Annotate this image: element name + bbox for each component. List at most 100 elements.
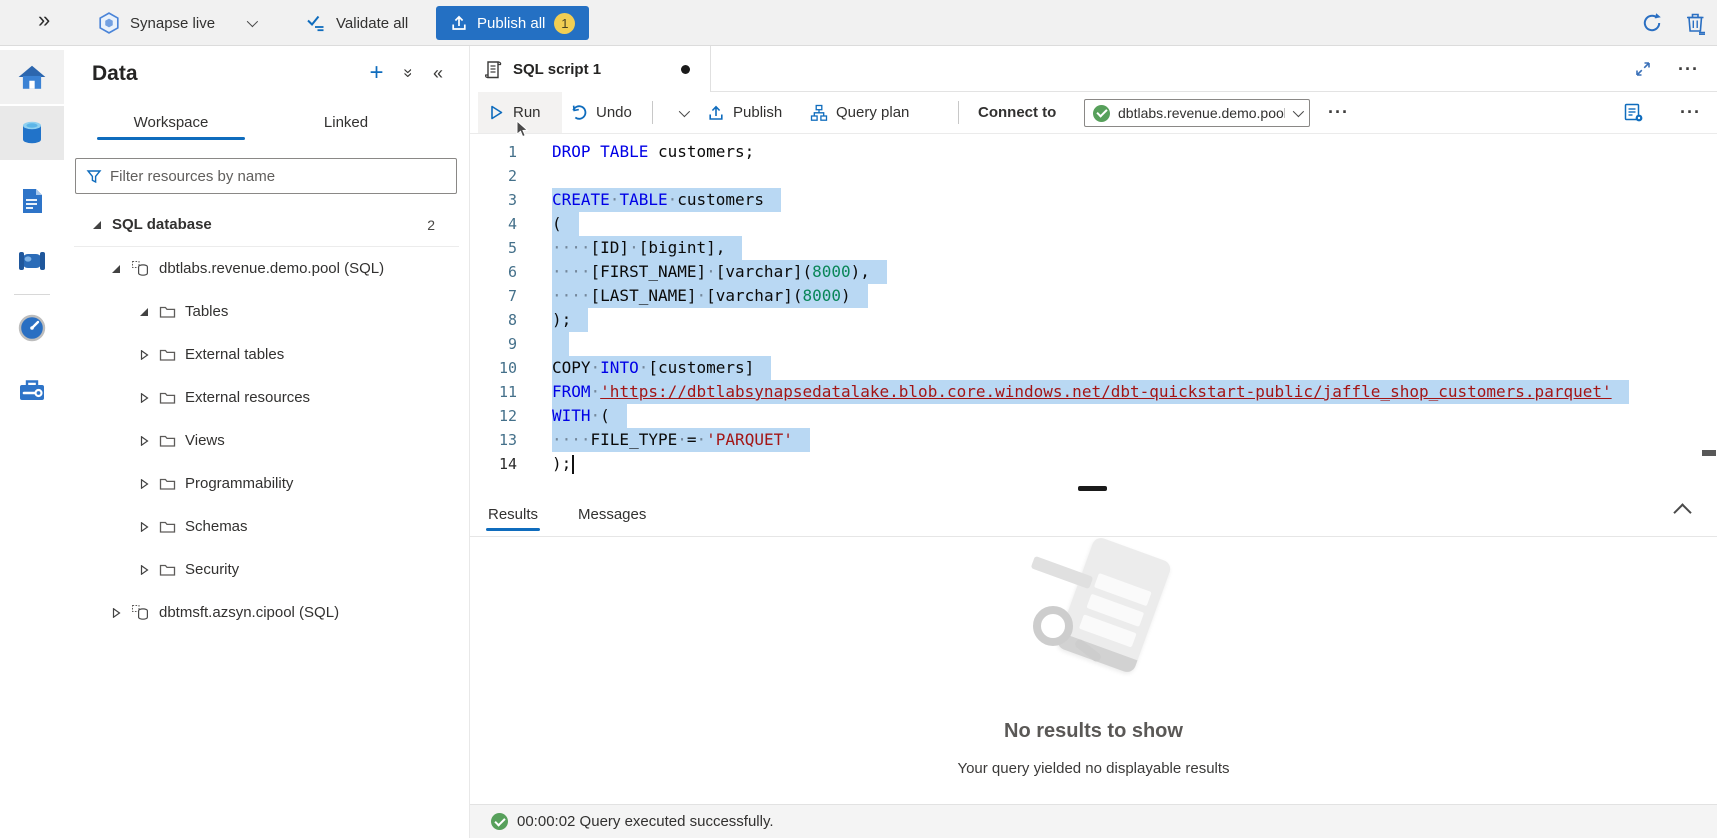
- tab-workspace[interactable]: Workspace: [97, 104, 245, 140]
- editor-scrollbar-thumb[interactable]: [1702, 450, 1716, 456]
- validate-all-button[interactable]: Validate all: [306, 0, 408, 46]
- line-number: 7: [470, 284, 517, 308]
- undo-button[interactable]: Undo: [570, 92, 632, 133]
- empty-state-subtitle: Your query yielded no displayable result…: [470, 760, 1717, 777]
- splitter-handle[interactable]: [1078, 486, 1107, 491]
- folder-icon: [159, 390, 176, 405]
- collapse-all-icon[interactable]: »: [398, 68, 418, 77]
- tree-collapsed-icon[interactable]: [138, 436, 150, 446]
- tree-item-sql-database[interactable]: SQL database2: [64, 203, 469, 246]
- code-line-13[interactable]: 13····FILE_TYPE·=·'PARQUET': [470, 428, 1717, 452]
- code-line-6[interactable]: 6····[FIRST_NAME]·[varchar](8000),: [470, 260, 1717, 284]
- line-number: 8: [470, 308, 517, 332]
- folder-icon: [159, 433, 176, 448]
- code-line-3[interactable]: 3CREATE·TABLE·customers: [470, 188, 1717, 212]
- code-line-4[interactable]: 4(: [470, 212, 1717, 236]
- pool-selector[interactable]: dbtlabs.revenue.demo.pool: [1084, 99, 1310, 127]
- tree-item-schemas[interactable]: Schemas: [64, 505, 469, 548]
- line-number: 12: [470, 404, 517, 428]
- tree-item-dbtmsft-azsyn-cipool-sql[interactable]: dbtmsft.azsyn.cipool (SQL): [64, 591, 469, 634]
- filter-box: [75, 158, 457, 194]
- resource-tree: SQL database2 dbtlabs.revenue.demo.pool (…: [64, 203, 469, 634]
- run-button[interactable]: Run: [478, 92, 562, 133]
- code-line-9[interactable]: 9: [470, 332, 1717, 356]
- discard-all-icon[interactable]: [1684, 11, 1707, 35]
- line-number: 1: [470, 140, 517, 164]
- tree-expanded-icon[interactable]: [138, 307, 150, 317]
- tab-sql-script-1[interactable]: SQL script 1: [470, 46, 711, 92]
- filter-resources-input[interactable]: [110, 168, 446, 185]
- tree-item-external-resources[interactable]: External resources: [64, 376, 469, 419]
- line-number: 5: [470, 236, 517, 260]
- line-number: 10: [470, 356, 517, 380]
- tree-collapsed-icon[interactable]: [138, 350, 150, 360]
- run-options-chevron[interactable]: [668, 92, 698, 133]
- main-area: SQL script 1 ··· Run: [470, 46, 1717, 838]
- publish-count-badge: 1: [554, 13, 575, 34]
- refresh-icon[interactable]: [1640, 11, 1664, 35]
- tree-collapsed-icon[interactable]: [138, 393, 150, 403]
- tree-item-label: Security: [185, 561, 239, 578]
- nav-integrate[interactable]: [0, 234, 64, 288]
- tree-item-label: Views: [185, 432, 225, 449]
- connection-more-icon[interactable]: ···: [1328, 92, 1349, 133]
- code-line-2[interactable]: 2: [470, 164, 1717, 188]
- text-cursor: [572, 455, 574, 474]
- synapse-studio-app: » Synapse live Validate all Publish all …: [0, 0, 1717, 838]
- tab-results[interactable]: Results: [488, 492, 538, 537]
- properties-icon[interactable]: [1623, 102, 1644, 123]
- nav-home[interactable]: [0, 50, 64, 104]
- tree-collapsed-icon[interactable]: [138, 479, 150, 489]
- publish-all-button[interactable]: Publish all 1: [436, 6, 589, 40]
- nav-manage[interactable]: [0, 364, 64, 418]
- nav-monitor[interactable]: [0, 301, 64, 355]
- code-line-10[interactable]: 10COPY·INTO·[customers]: [470, 356, 1717, 380]
- tree-item-dbtlabs-revenue-demo-pool-sql[interactable]: dbtlabs.revenue.demo.pool (SQL): [64, 247, 469, 290]
- publish-button[interactable]: Publish: [707, 92, 782, 133]
- document-tabstrip: SQL script 1 ···: [470, 46, 1717, 92]
- tree-item-label: dbtlabs.revenue.demo.pool (SQL): [159, 260, 384, 277]
- code-line-1[interactable]: 1DROP TABLE customers;: [470, 140, 1717, 164]
- collapse-results-icon[interactable]: [1673, 503, 1691, 521]
- collapse-panel-icon[interactable]: «: [433, 63, 443, 84]
- tree-item-views[interactable]: Views: [64, 419, 469, 462]
- tree-expanded-icon[interactable]: [91, 220, 103, 230]
- unsaved-changes-dot: [681, 65, 690, 74]
- tree-item-external-tables[interactable]: External tables: [64, 333, 469, 376]
- expand-menu-icon[interactable]: »: [38, 7, 50, 33]
- code-line-12[interactable]: 12WITH·(: [470, 404, 1717, 428]
- toolbar-divider: [958, 101, 959, 124]
- run-icon: [488, 104, 505, 121]
- tree-expanded-icon[interactable]: [110, 264, 122, 274]
- tree-item-tables[interactable]: Tables: [64, 290, 469, 333]
- tab-linked[interactable]: Linked: [291, 104, 401, 140]
- empty-state-title: No results to show: [470, 720, 1717, 743]
- nav-data[interactable]: [0, 106, 64, 160]
- editor-more-icon[interactable]: ···: [1680, 102, 1701, 123]
- code-line-11[interactable]: 11FROM·'https://dbtlabsynapsedatalake.bl…: [470, 380, 1717, 404]
- tree-item-programmability[interactable]: Programmability: [64, 462, 469, 505]
- develop-icon: [19, 187, 45, 215]
- tab-title: SQL script 1: [513, 61, 671, 78]
- tree-collapsed-icon[interactable]: [138, 522, 150, 532]
- code-line-8[interactable]: 8);: [470, 308, 1717, 332]
- code-line-5[interactable]: 5····[ID]·[bigint],: [470, 236, 1717, 260]
- code-line-14[interactable]: 14);: [470, 452, 1717, 476]
- more-options-icon[interactable]: ···: [1678, 59, 1699, 80]
- nav-develop[interactable]: [0, 174, 64, 228]
- tree-collapsed-icon[interactable]: [110, 608, 122, 618]
- tree-item-label: SQL database: [112, 216, 212, 233]
- tab-messages[interactable]: Messages: [578, 492, 646, 537]
- query-plan-button[interactable]: Query plan: [810, 92, 909, 133]
- tree-item-security[interactable]: Security: [64, 548, 469, 591]
- line-number: 6: [470, 260, 517, 284]
- validate-all-label: Validate all: [336, 15, 408, 32]
- add-resource-icon[interactable]: +: [370, 62, 384, 84]
- editor-toolbar: Run Undo Publish Query plan: [470, 92, 1717, 134]
- sql-editor[interactable]: 1DROP TABLE customers;23CREATE·TABLE·cus…: [470, 134, 1717, 486]
- code-line-7[interactable]: 7····[LAST_NAME]·[varchar](8000): [470, 284, 1717, 308]
- query-plan-icon: [810, 104, 828, 122]
- tree-collapsed-icon[interactable]: [138, 565, 150, 575]
- synapse-live-dropdown[interactable]: Synapse live: [98, 0, 255, 46]
- expand-editor-icon[interactable]: [1634, 60, 1652, 78]
